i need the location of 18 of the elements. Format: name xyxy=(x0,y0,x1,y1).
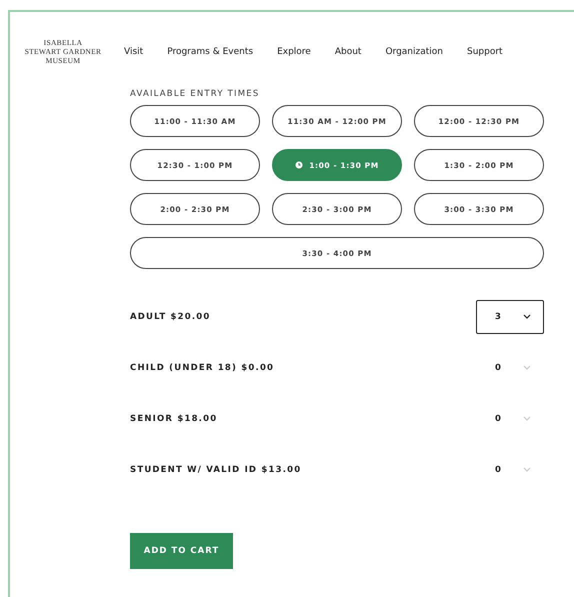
ticket-label: ADULT $20.00 xyxy=(130,312,211,322)
caret-icon xyxy=(523,466,531,472)
ticket-label: SENIOR $18.00 xyxy=(130,414,218,424)
nav-link[interactable]: Visit xyxy=(124,46,144,56)
ticket-label: STUDENT W/ VALID ID $13.00 xyxy=(130,464,302,474)
nav-link[interactable]: About xyxy=(334,46,362,56)
caret-icon xyxy=(523,416,531,422)
quantity-select[interactable]: 3 xyxy=(476,300,544,334)
ticket-label: CHILD (UNDER 18) $0.00 xyxy=(130,362,274,372)
caret-icon xyxy=(523,364,531,370)
nav-link[interactable]: Programs & Events xyxy=(167,46,254,56)
nav-link[interactable]: Organization xyxy=(385,46,443,56)
add-to-cart-button[interactable]: ADD TO CART xyxy=(130,533,233,569)
section-heading: AVAILABLE ENTRY TIMES xyxy=(130,89,260,99)
clock-icon xyxy=(295,161,304,169)
nav-link[interactable]: Support xyxy=(467,46,503,56)
nav-link[interactable]: Explore xyxy=(277,46,311,56)
caret-icon xyxy=(523,314,531,320)
